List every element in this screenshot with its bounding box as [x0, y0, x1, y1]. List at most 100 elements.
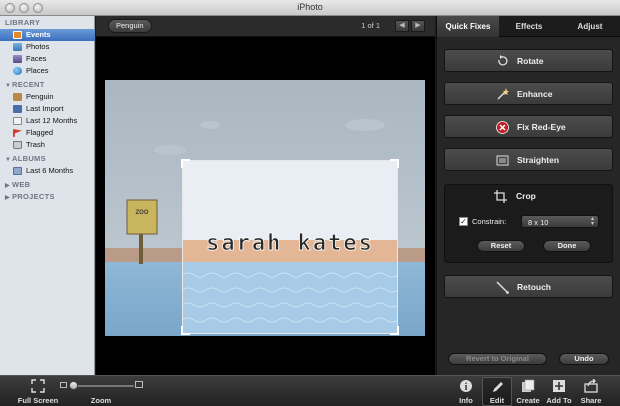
sign-text: ZOO [136, 210, 149, 216]
next-photo-button[interactable]: ▶ [411, 20, 425, 32]
full-screen-icon[interactable] [31, 379, 45, 393]
magic-wand-icon [497, 88, 509, 100]
faces-icon [13, 55, 22, 63]
share-label[interactable]: Share [576, 396, 606, 405]
constrain-checkbox[interactable]: ✓ [459, 217, 468, 226]
crop-handle-top-left[interactable] [181, 159, 190, 168]
sidebar-item-last-12-months[interactable]: Last 12 Months [0, 115, 95, 127]
previous-photo-button[interactable]: ◀ [395, 20, 409, 32]
create-label[interactable]: Create [514, 396, 542, 405]
tab-quick-fixes[interactable]: Quick Fixes [437, 16, 499, 37]
sidebar-item-label: Last 12 Months [26, 116, 78, 125]
enhance-button[interactable]: Enhance [444, 82, 613, 105]
disclosure-closed-icon: ▶ [5, 183, 10, 189]
sidebar-section-library: LIBRARY [5, 18, 41, 27]
crop-reset-button[interactable]: Reset [477, 240, 525, 252]
undo-button[interactable]: Undo [559, 353, 609, 365]
constrain-label: Constrain: [472, 217, 507, 226]
pencil-icon [493, 382, 503, 392]
sidebar-item-photos[interactable]: Photos [0, 41, 95, 53]
crop-done-button[interactable]: Done [543, 240, 591, 252]
revert-to-original-button[interactable]: Revert to Original [448, 353, 547, 365]
aspect-ratio-value: 8 x 10 [528, 218, 549, 227]
sidebar-item-last-6-months[interactable]: Last 6 Months [0, 165, 95, 177]
rotate-icon [498, 55, 508, 66]
sidebar-item-events[interactable]: Events [0, 29, 95, 41]
retouch-brush-icon [496, 281, 509, 294]
rotate-button[interactable]: Rotate [444, 49, 613, 72]
crop-handle-bottom-left[interactable] [181, 326, 190, 335]
add-to-icon[interactable] [552, 379, 566, 393]
viewer-header: Penguin 1 of 1 ◀ ▶ [96, 16, 435, 37]
sidebar-item-trash[interactable]: Trash [0, 139, 95, 151]
bottom-toolbar: Full Screen Zoom i Info Edit Create Add … [0, 375, 620, 406]
sidebar-item-label: Events [26, 30, 51, 39]
disclosure-open-icon: ▼ [5, 83, 12, 89]
share-icon[interactable] [584, 379, 598, 393]
places-icon [13, 67, 22, 75]
arrow-left-icon: ◀ [399, 22, 405, 29]
disclosure-closed-icon: ▶ [5, 195, 10, 201]
select-arrows-icon: ▴ ▾ [590, 216, 594, 227]
edited-photo[interactable]: ZOO sarah kates [105, 80, 425, 336]
sidebar-item-penguin[interactable]: Penguin [0, 91, 95, 103]
photos-icon [13, 43, 22, 51]
fix-red-eye-button[interactable]: Fix Red-Eye [444, 115, 613, 138]
zoom-small-icon [60, 382, 67, 388]
red-eye-icon [496, 121, 509, 134]
retouch-button[interactable]: Retouch [444, 275, 613, 298]
edit-label: Edit [489, 396, 505, 405]
straighten-label: Straighten [517, 155, 560, 165]
photo-viewer: Penguin 1 of 1 ◀ ▶ ZOO sarah kates [96, 16, 435, 375]
crop-handle-bottom-right[interactable] [390, 326, 399, 335]
album-icon [13, 167, 22, 175]
zoom-large-icon [135, 381, 143, 388]
sidebar-section-web[interactable]: ▶ WEB [5, 180, 30, 189]
calendar-icon [13, 117, 22, 125]
crop-panel: Crop ✓ Constrain: 8 x 10 ▴ ▾ Reset Done [444, 184, 613, 263]
sidebar-item-label: Penguin [26, 92, 54, 101]
svg-text:i: i [465, 382, 468, 393]
sidebar-item-label: Faces [26, 54, 47, 63]
disclosure-open-icon: ▼ [5, 157, 12, 163]
crop-icon [494, 190, 507, 203]
event-back-button[interactable]: Penguin [108, 19, 152, 33]
info-icon[interactable]: i [459, 379, 473, 393]
tab-adjust[interactable]: Adjust [559, 16, 620, 37]
sidebar: LIBRARY Events Photos Faces Places ▼RECE… [0, 16, 95, 375]
tab-effects[interactable]: Effects [499, 16, 559, 37]
add-to-label[interactable]: Add To [544, 396, 574, 405]
straighten-button[interactable]: Straighten [444, 148, 613, 171]
sidebar-item-label: Trash [26, 140, 45, 149]
window-title: iPhoto [297, 2, 323, 12]
edit-tabs: Quick Fixes Effects Adjust [437, 16, 620, 37]
import-icon [13, 105, 22, 113]
sidebar-item-label: Places [26, 66, 49, 75]
sidebar-item-last-import[interactable]: Last Import [0, 103, 95, 115]
arrow-right-icon: ▶ [415, 22, 421, 29]
sidebar-item-flagged[interactable]: Flagged [0, 127, 95, 139]
info-label[interactable]: Info [451, 396, 481, 405]
events-icon [13, 31, 22, 39]
aspect-ratio-select[interactable]: 8 x 10 ▴ ▾ [521, 215, 599, 228]
title-bar: iPhoto [0, 0, 620, 16]
sidebar-section-projects[interactable]: ▶ PROJECTS [5, 192, 55, 201]
sidebar-section-recent[interactable]: ▼RECENT [5, 80, 45, 89]
sidebar-item-label: Flagged [26, 128, 54, 137]
sidebar-item-places[interactable]: Places [0, 65, 95, 77]
sidebar-section-albums[interactable]: ▼ALBUMS [5, 154, 46, 163]
edit-panel: Quick Fixes Effects Adjust Rotate Enhanc… [436, 16, 620, 375]
create-icon[interactable] [521, 379, 535, 393]
edit-button[interactable]: Edit [482, 377, 512, 406]
crop-label: Crop [516, 191, 536, 201]
flag-icon [13, 129, 22, 137]
sidebar-item-faces[interactable]: Faces [0, 53, 95, 65]
zoom-slider[interactable] [69, 381, 134, 390]
sidebar-item-label: Last 6 Months [26, 166, 74, 175]
full-screen-label[interactable]: Full Screen [14, 396, 62, 405]
crop-rectangle[interactable] [181, 159, 399, 335]
zoom-label: Zoom [90, 396, 112, 405]
photo-counter: 1 of 1 [361, 21, 380, 30]
crop-handle-top-right[interactable] [390, 159, 399, 168]
zoom-slider-thumb[interactable] [69, 381, 79, 390]
